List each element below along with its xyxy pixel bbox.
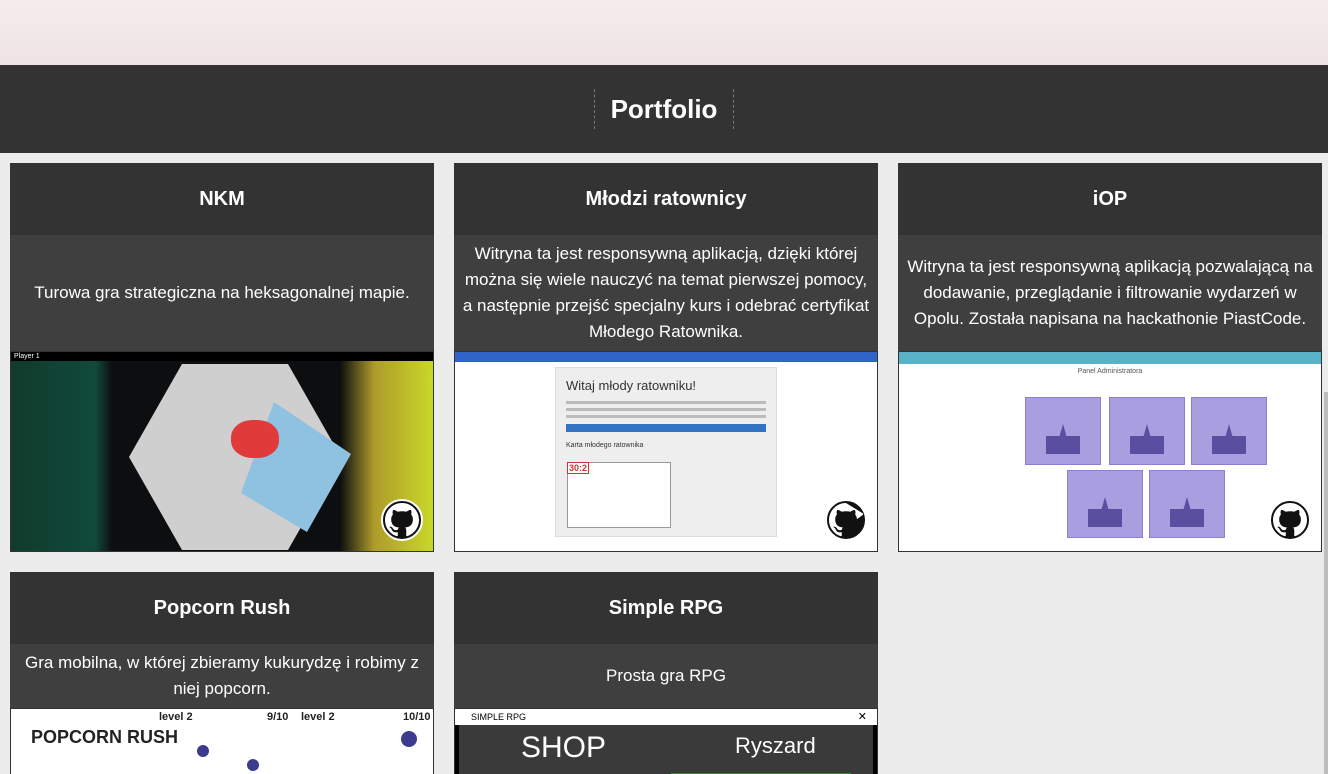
project-screenshot[interactable]: SIMPLE RPG ✕ SHOP Ryszard [454,708,878,774]
screenshot-subheading: Karta młodego ratownika [566,442,644,449]
project-card-mlodzi-ratownicy: Młodzi ratownicy Witryna ta jest respons… [454,163,878,552]
screenshot-score: 30:2 [567,462,589,474]
github-icon[interactable] [1269,499,1311,541]
project-screenshot[interactable]: Panel Administratora [898,351,1322,552]
screenshot-navbar [899,352,1321,364]
scrollbar[interactable] [1324,392,1328,774]
screenshot-score: 10/10 [403,711,431,723]
screenshot-heading: Panel Administratora [1077,368,1143,375]
popcorn-logo: POPCORN RUSH [31,727,179,747]
page-title: Portfolio [593,89,735,129]
project-card-popcorn-rush: Popcorn Rush Gra mobilna, w której zbier… [10,572,434,774]
section-header: Portfolio [0,65,1328,153]
hex-region-image [231,420,279,458]
project-screenshot[interactable]: Player 1 [10,351,434,552]
project-description: Gra mobilna, w której zbieramy kukurydzę… [25,653,419,698]
top-band [0,0,1328,65]
project-title: iOP [898,163,1322,235]
project-title: NKM [10,163,434,235]
project-title: Simple RPG [454,572,878,644]
project-description: Witryna ta jest responsywną aplikacją, d… [462,244,870,341]
project-screenshot[interactable]: POPCORN RUSH level 2 9/10 level 2 10/10 [10,708,434,774]
project-description: Witryna ta jest responsywną aplikacją po… [907,257,1313,328]
rpg-window-title: SIMPLE RPG [471,712,527,722]
screenshot-heading: Witaj młody ratowniku! [566,378,697,393]
github-icon[interactable] [825,499,867,541]
screenshot-navbar [455,352,877,362]
project-title: Popcorn Rush [10,572,434,644]
project-description: Prosta gra RPG [606,666,726,685]
project-title: Młodzi ratownicy [454,163,878,235]
rpg-shop-label: SHOP [521,731,607,764]
project-card-simple-rpg: Simple RPG Prosta gra RPG SIMPLE RPG ✕ S… [454,572,878,774]
rpg-player-name: Ryszard [735,733,816,758]
screenshot-score: 9/10 [267,711,289,723]
project-card-nkm: NKM Turowa gra strategiczna na heksagona… [10,163,434,552]
project-description: Turowa gra strategiczna na heksagonalnej… [34,283,410,302]
project-card-iop: iOP Witryna ta jest responsywną aplikacj… [898,163,1322,552]
rpg-game-area: SHOP Ryszard [459,725,873,774]
screenshot-button [566,424,766,432]
close-icon: ✕ [857,711,867,723]
screenshot-level: level 2 [159,711,193,723]
screenshot-player-bar: Player 1 [11,352,433,361]
github-icon[interactable] [381,499,423,541]
project-screenshot[interactable]: Witaj młody ratowniku! Karta młodego rat… [454,351,878,552]
screenshot-level: level 2 [301,711,335,723]
rpg-window-titlebar: SIMPLE RPG ✕ [455,709,877,725]
